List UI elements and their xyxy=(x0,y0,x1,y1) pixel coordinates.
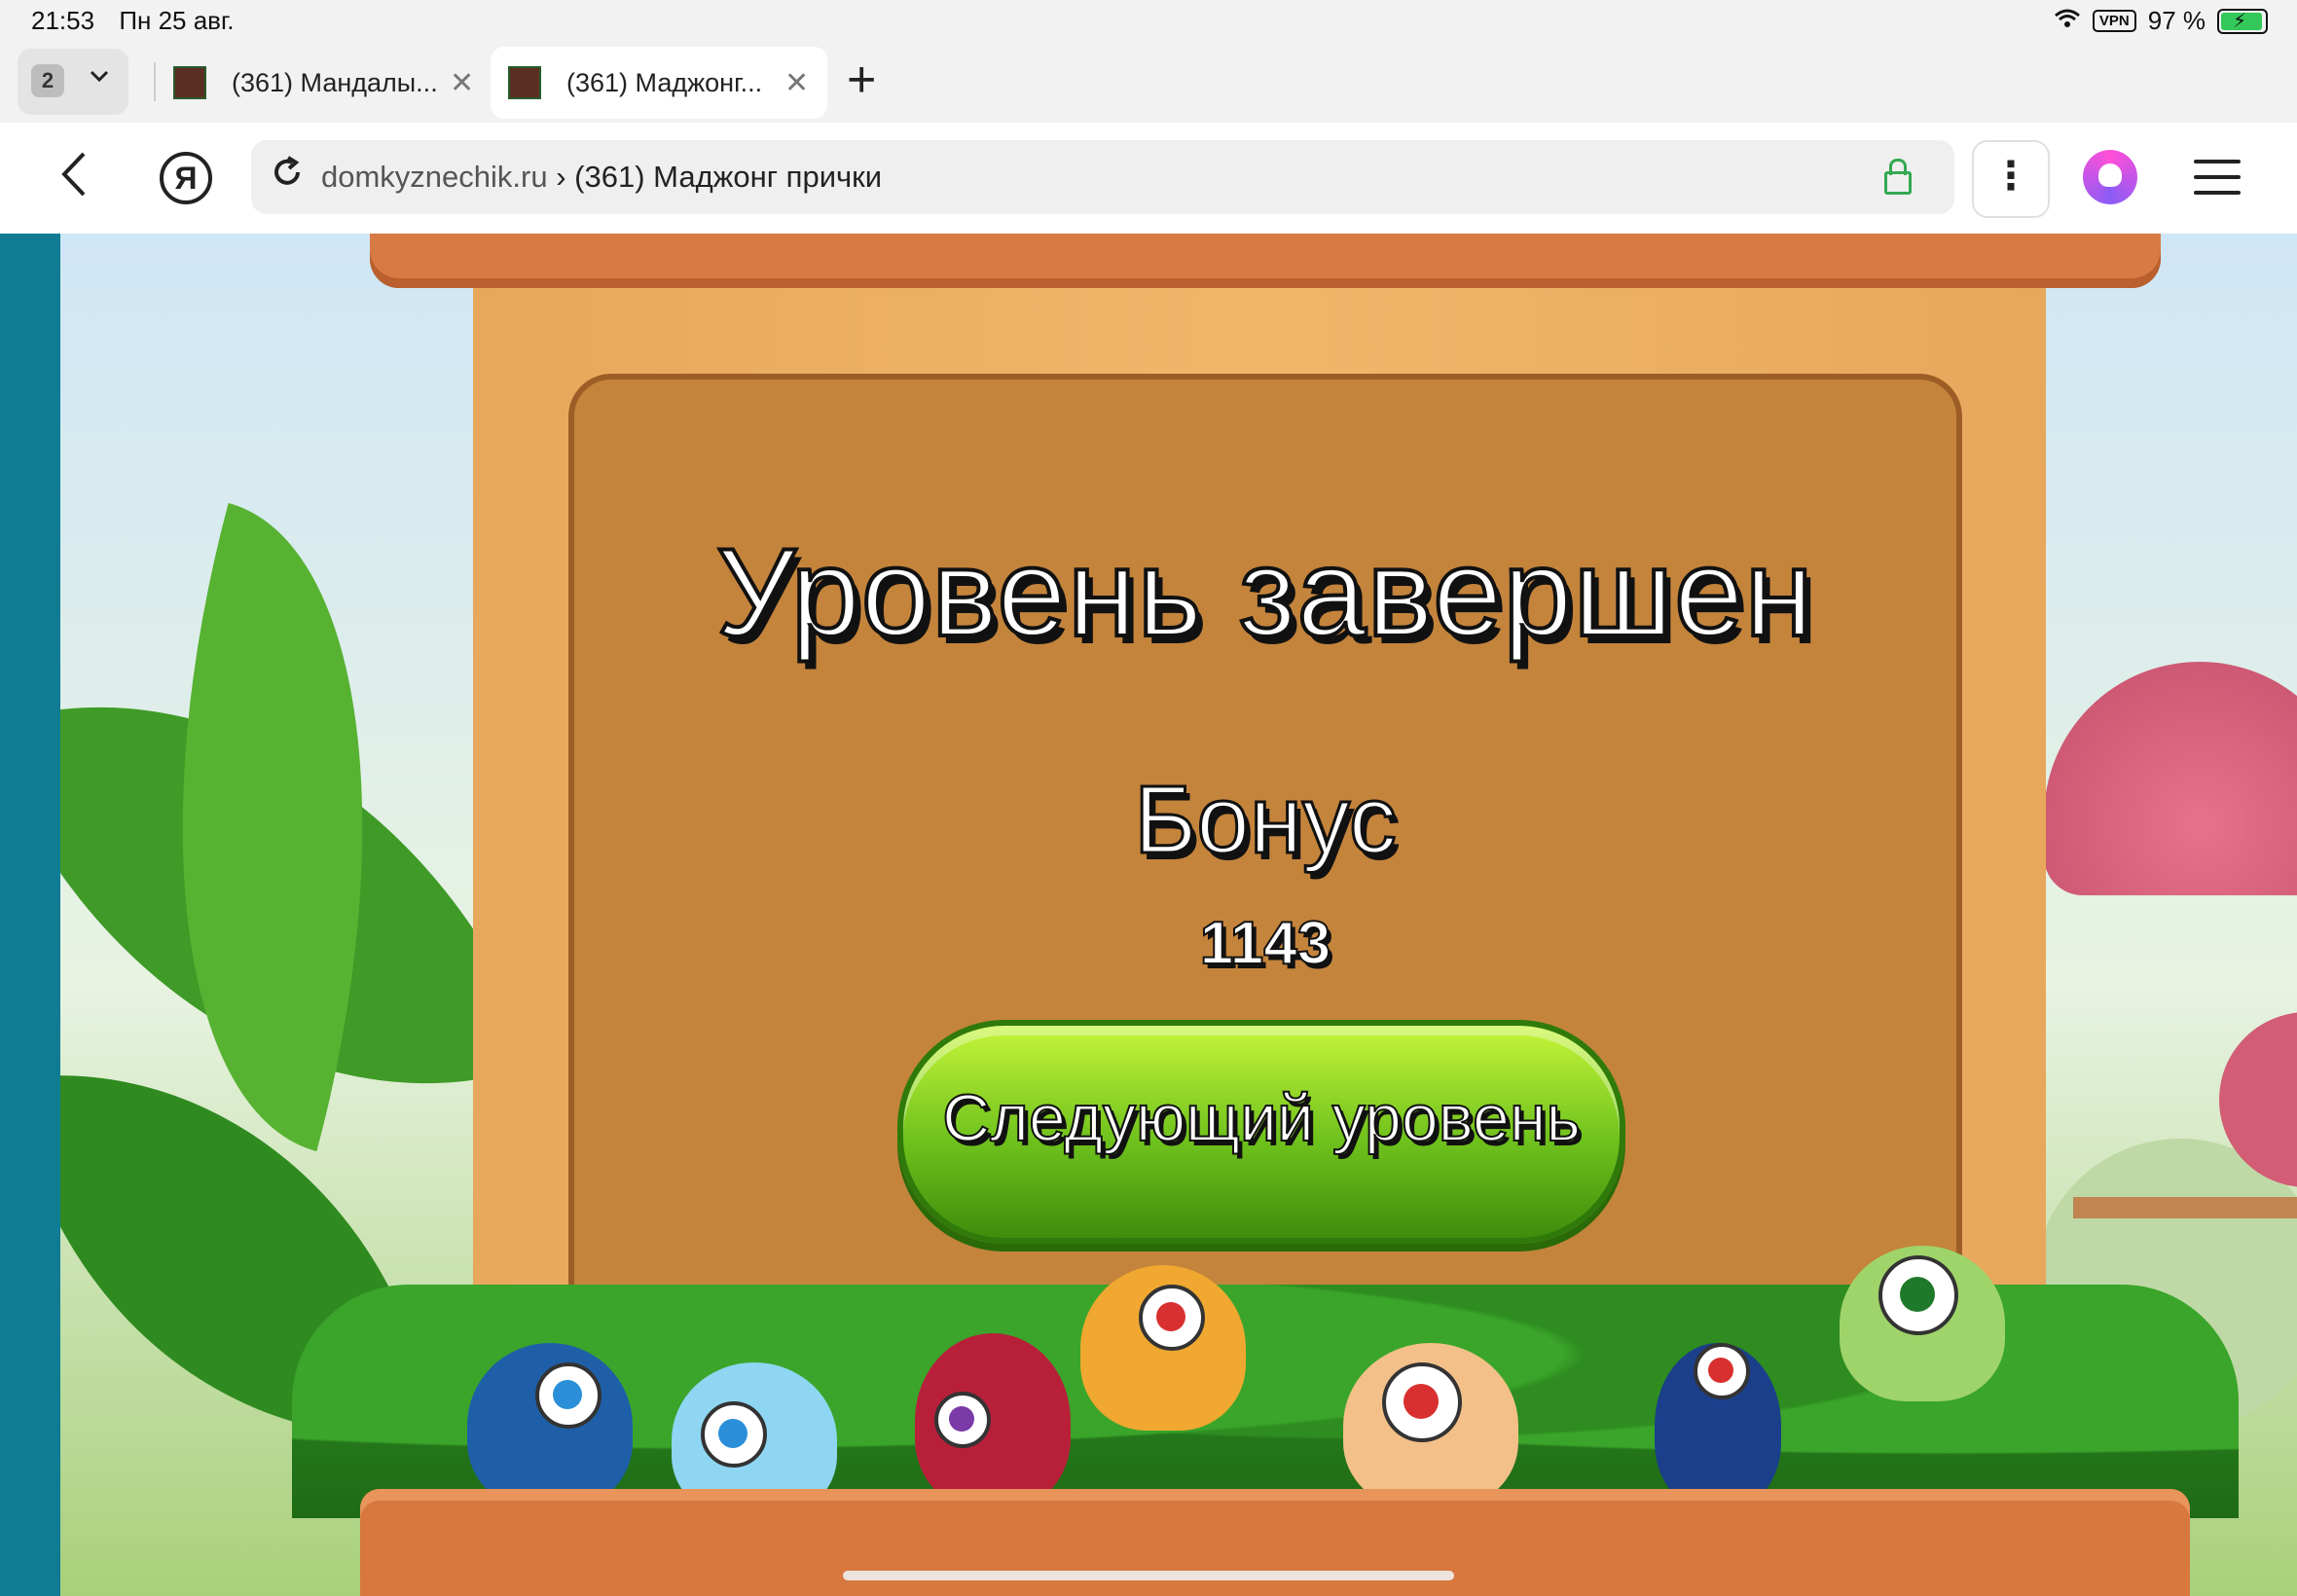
bird-eye xyxy=(1694,1343,1750,1399)
status-date: Пн 25 авг. xyxy=(119,6,235,35)
status-right: VPN 97 % ⚡ xyxy=(2054,6,2268,36)
url-separator: › xyxy=(556,160,566,194)
next-level-label: Следующий уровень xyxy=(941,1080,1582,1156)
address-bar: Я domkyznechik.ru › (361) Маджонг прички… xyxy=(0,123,2297,234)
background-hut xyxy=(2073,1197,2297,1218)
close-icon[interactable]: ✕ xyxy=(784,66,809,100)
tab-strip: 2 (361) Мандалы... ✕ (361) Маджонг... ✕ … xyxy=(0,45,2297,123)
battery-percent: 97 % xyxy=(2147,6,2206,35)
url-field[interactable]: domkyznechik.ru › (361) Маджонг прички xyxy=(251,140,1954,214)
game-canvas[interactable]: Уровень завершен Бонус 1143 Следующий ур… xyxy=(0,234,2297,1596)
navy-bird xyxy=(1655,1343,1781,1508)
bird-eye xyxy=(701,1401,767,1468)
tab-favicon xyxy=(173,66,206,99)
wifi-icon xyxy=(2054,6,2081,36)
battery-icon: ⚡ xyxy=(2217,8,2268,34)
plus-icon[interactable]: + xyxy=(847,53,876,107)
level-complete-title: Уровень завершен xyxy=(714,522,1815,665)
home-indicator[interactable] xyxy=(843,1571,1454,1580)
tab-mandaly[interactable]: (361) Мандалы... ✕ xyxy=(156,47,477,119)
status-time: 21:53 xyxy=(31,6,95,35)
status-bar: 21:53 Пн 25 авг. VPN 97 % ⚡ xyxy=(0,0,2297,45)
tab-favicon xyxy=(508,66,541,99)
bird-eye xyxy=(1878,1255,1958,1335)
tab-switcher-button[interactable]: 2 xyxy=(18,49,128,115)
close-icon[interactable]: ✕ xyxy=(450,66,474,100)
bonus-label: Бонус xyxy=(1133,765,1399,875)
left-edge-strip xyxy=(0,234,60,1596)
bird-eye xyxy=(535,1362,602,1429)
chevron-down-icon xyxy=(88,64,111,94)
url-text: domkyznechik.ru › (361) Маджонг прички xyxy=(321,160,882,195)
next-level-button[interactable]: Следующий уровень xyxy=(897,1020,1625,1244)
orange-bird xyxy=(1080,1265,1246,1431)
reload-icon[interactable] xyxy=(271,156,304,198)
tab-title: (361) Мандалы... xyxy=(232,67,438,97)
status-left: 21:53 Пн 25 авг. xyxy=(31,6,252,36)
vpn-icon: VPN xyxy=(2092,10,2136,32)
tab-count: 2 xyxy=(31,64,64,97)
tab-mahjong[interactable]: (361) Маджонг... ✕ xyxy=(491,47,827,119)
blue-bird xyxy=(467,1343,633,1508)
background-mushroom xyxy=(2044,662,2297,895)
url-domain: domkyznechik.ru xyxy=(321,160,548,194)
lock-icon[interactable] xyxy=(1884,159,1912,195)
menu-icon[interactable] xyxy=(2194,160,2241,206)
red-bird xyxy=(915,1333,1071,1508)
more-icon[interactable]: ⋮ xyxy=(1972,140,2050,218)
bird-eye xyxy=(1382,1362,1462,1442)
cream-bird xyxy=(1343,1343,1518,1508)
green-bird xyxy=(1840,1246,2005,1401)
wooden-roof xyxy=(370,234,2161,288)
tab-title: (361) Маджонг... xyxy=(566,67,763,97)
bonus-value: 1143 xyxy=(1199,909,1332,978)
bird-eye xyxy=(934,1392,991,1448)
alice-icon[interactable] xyxy=(2083,150,2137,204)
back-icon[interactable] xyxy=(58,148,88,211)
yandex-icon[interactable]: Я xyxy=(160,152,212,204)
bird-eye xyxy=(1139,1285,1205,1351)
url-page-title: (361) Маджонг прички xyxy=(574,160,883,194)
